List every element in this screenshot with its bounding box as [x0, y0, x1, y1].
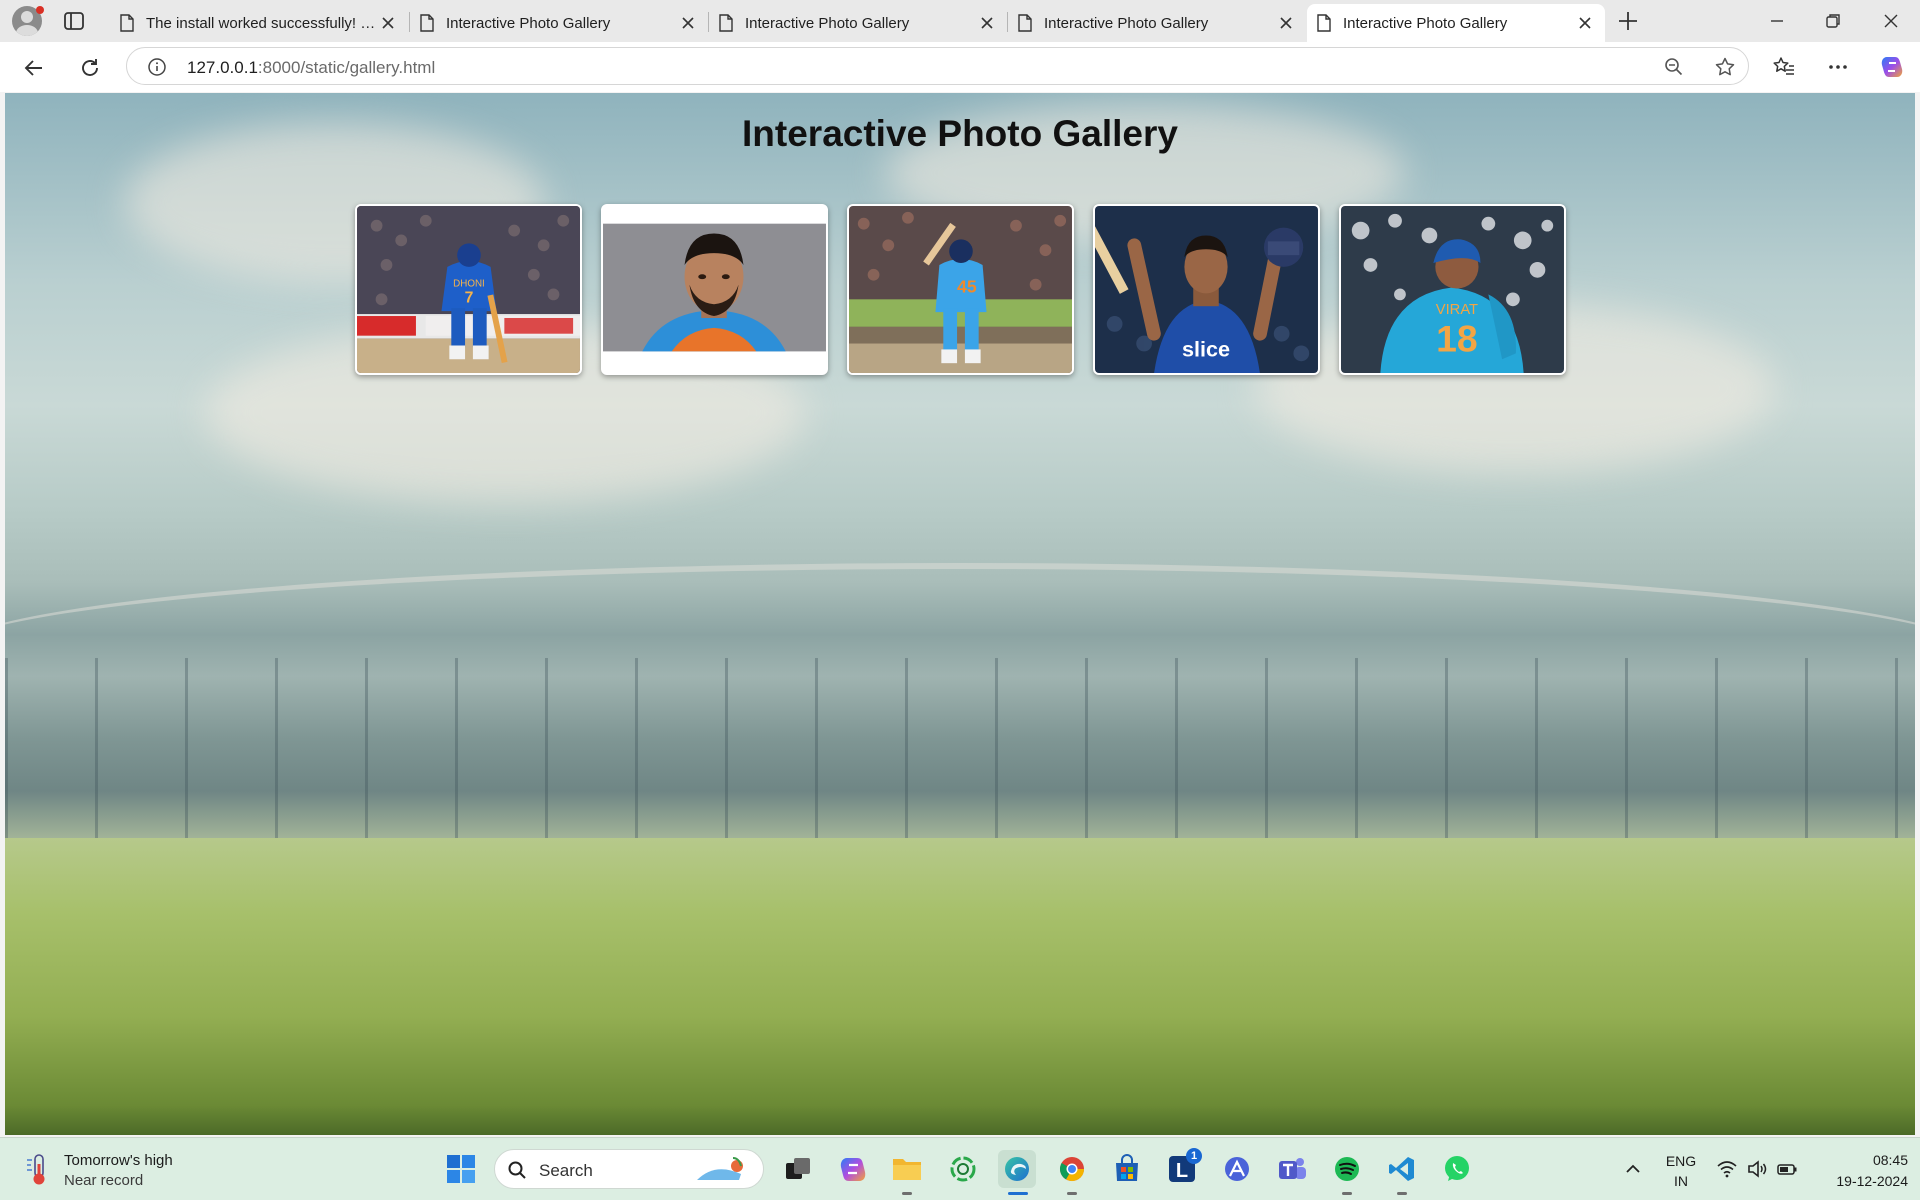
tab-actions-icon[interactable]	[62, 9, 86, 33]
tab-title: The install worked successfully! Congrat…	[146, 14, 378, 32]
site-info-icon[interactable]	[147, 57, 167, 77]
notification-count-badge: 1	[1186, 1148, 1202, 1164]
photo-player-jersey-7: DHONI 7	[357, 206, 580, 373]
address-bar[interactable]: 127.0.0.1:8000/static/gallery.html	[126, 47, 1749, 85]
running-app-indicator	[1067, 1192, 1077, 1195]
document-icon	[120, 14, 134, 32]
tab-title: Interactive Photo Gallery	[745, 14, 910, 32]
gallery-photo-5[interactable]: VIRAT 18	[1339, 204, 1566, 375]
clock-date[interactable]: 19-12-2024	[1808, 1173, 1908, 1189]
svg-text:L: L	[1176, 1160, 1188, 1182]
battery-icon[interactable]	[1776, 1158, 1798, 1180]
search-icon	[508, 1161, 526, 1179]
document-icon	[1317, 14, 1331, 32]
document-icon	[719, 14, 733, 32]
language-indicator-top[interactable]: ENG	[1662, 1153, 1700, 1169]
close-tab-icon[interactable]	[678, 13, 698, 33]
edge-browser-icon[interactable]	[998, 1150, 1036, 1188]
windows-taskbar: Tomorrow's high Near record Search L 1 E…	[0, 1137, 1920, 1200]
wifi-icon[interactable]	[1716, 1158, 1738, 1180]
running-app-indicator	[1397, 1192, 1407, 1195]
tab-gallery-3[interactable]: Interactive Photo Gallery	[1008, 4, 1306, 42]
weather-title[interactable]: Tomorrow's high	[64, 1152, 173, 1169]
file-explorer-folder-icon[interactable]	[888, 1150, 926, 1188]
photo-player-celebrating: slice	[1095, 206, 1318, 373]
clock-time[interactable]: 08:45	[1818, 1152, 1908, 1168]
more-options-ellipsis-icon[interactable]	[1825, 54, 1851, 80]
tab-install-success[interactable]: The install worked successfully! Congrat…	[110, 4, 408, 42]
url-path: :8000/static/gallery.html	[257, 58, 436, 77]
copilot-app-icon[interactable]	[834, 1150, 872, 1188]
start-windows-icon[interactable]	[442, 1150, 480, 1188]
search-label: Search	[539, 1161, 593, 1180]
running-app-indicator	[1342, 1192, 1352, 1195]
task-view-icon[interactable]	[779, 1150, 817, 1188]
close-tab-icon[interactable]	[1575, 13, 1595, 33]
profile-notification-dot	[36, 6, 44, 14]
stadium-stands	[5, 658, 1915, 848]
new-tab-plus-icon[interactable]	[1615, 8, 1641, 34]
document-icon	[1018, 14, 1032, 32]
weather-subtitle[interactable]: Near record	[64, 1172, 143, 1189]
page-viewport: Interactive Photo Gallery DHONI 7 45 sli…	[5, 93, 1915, 1135]
tab-title: Interactive Photo Gallery	[446, 14, 611, 32]
restore-window-icon[interactable]	[1820, 8, 1846, 34]
tab-title: Interactive Photo Gallery	[1343, 14, 1508, 32]
document-icon	[420, 14, 434, 32]
a-app-icon[interactable]	[1218, 1150, 1256, 1188]
tab-title: Interactive Photo Gallery	[1044, 14, 1209, 32]
whatsapp-icon[interactable]	[1438, 1150, 1476, 1188]
gallery-photo-2[interactable]	[601, 204, 828, 375]
back-arrow-icon[interactable]	[21, 55, 47, 81]
close-tab-icon[interactable]	[378, 13, 398, 33]
photo-player-jersey-45: 45	[849, 206, 1072, 373]
spotify-icon[interactable]	[1328, 1150, 1366, 1188]
gallery-photo-1[interactable]: DHONI 7	[355, 204, 582, 375]
gallery-photo-4[interactable]: slice	[1093, 204, 1320, 375]
zoom-out-icon[interactable]	[1663, 56, 1685, 78]
active-app-indicator	[1008, 1192, 1028, 1195]
browser-toolbar: 127.0.0.1:8000/static/gallery.html	[0, 42, 1920, 92]
tab-gallery-1[interactable]: Interactive Photo Gallery	[410, 4, 708, 42]
url-host: 127.0.0.1	[187, 58, 258, 77]
reload-icon[interactable]	[77, 55, 103, 81]
search-highlight-beach-icon	[697, 1157, 743, 1180]
close-tab-icon[interactable]	[1276, 13, 1296, 33]
chrome-browser-icon[interactable]	[1053, 1150, 1091, 1188]
volume-speaker-icon[interactable]	[1746, 1158, 1768, 1180]
favorite-star-icon[interactable]	[1714, 56, 1736, 78]
svg-text:18: 18	[1436, 317, 1478, 359]
photo-gallery: DHONI 7 45 slice VIRAT 18	[355, 204, 1566, 375]
minimize-window-icon[interactable]	[1764, 8, 1790, 34]
tab-gallery-active[interactable]: Interactive Photo Gallery	[1307, 4, 1605, 42]
teams-icon[interactable]	[1273, 1150, 1311, 1188]
tab-gallery-2[interactable]: Interactive Photo Gallery	[709, 4, 1007, 42]
svg-text:7: 7	[465, 289, 474, 306]
show-hidden-icons-chevron-icon[interactable]	[1622, 1158, 1644, 1180]
cricket-field	[5, 838, 1915, 1135]
photo-player-jersey-18: VIRAT 18	[1341, 206, 1564, 373]
url-text[interactable]: 127.0.0.1:8000/static/gallery.html	[187, 58, 435, 78]
close-window-icon[interactable]	[1878, 8, 1904, 34]
copilot-icon[interactable]	[1879, 54, 1905, 80]
svg-text:VIRAT: VIRAT	[1436, 302, 1478, 318]
thermometer-weather-icon[interactable]	[24, 1152, 54, 1186]
page-title: Interactive Photo Gallery	[742, 113, 1178, 154]
gallery-photo-3[interactable]: 45	[847, 204, 1074, 375]
photo-player-portrait	[603, 206, 826, 373]
favorites-collection-icon[interactable]	[1771, 54, 1797, 80]
taskbar-search-box[interactable]: Search	[494, 1149, 764, 1189]
svg-text:45: 45	[957, 276, 977, 296]
svg-text:slice: slice	[1182, 336, 1230, 361]
svg-text:DHONI: DHONI	[453, 279, 485, 290]
green-circle-app-icon[interactable]	[944, 1150, 982, 1188]
vscode-icon[interactable]	[1383, 1150, 1421, 1188]
language-indicator-bottom[interactable]: IN	[1662, 1173, 1700, 1189]
microsoft-store-icon[interactable]	[1108, 1150, 1146, 1188]
running-app-indicator	[902, 1192, 912, 1195]
close-tab-icon[interactable]	[977, 13, 997, 33]
browser-tab-strip: The install worked successfully! Congrat…	[0, 0, 1920, 42]
